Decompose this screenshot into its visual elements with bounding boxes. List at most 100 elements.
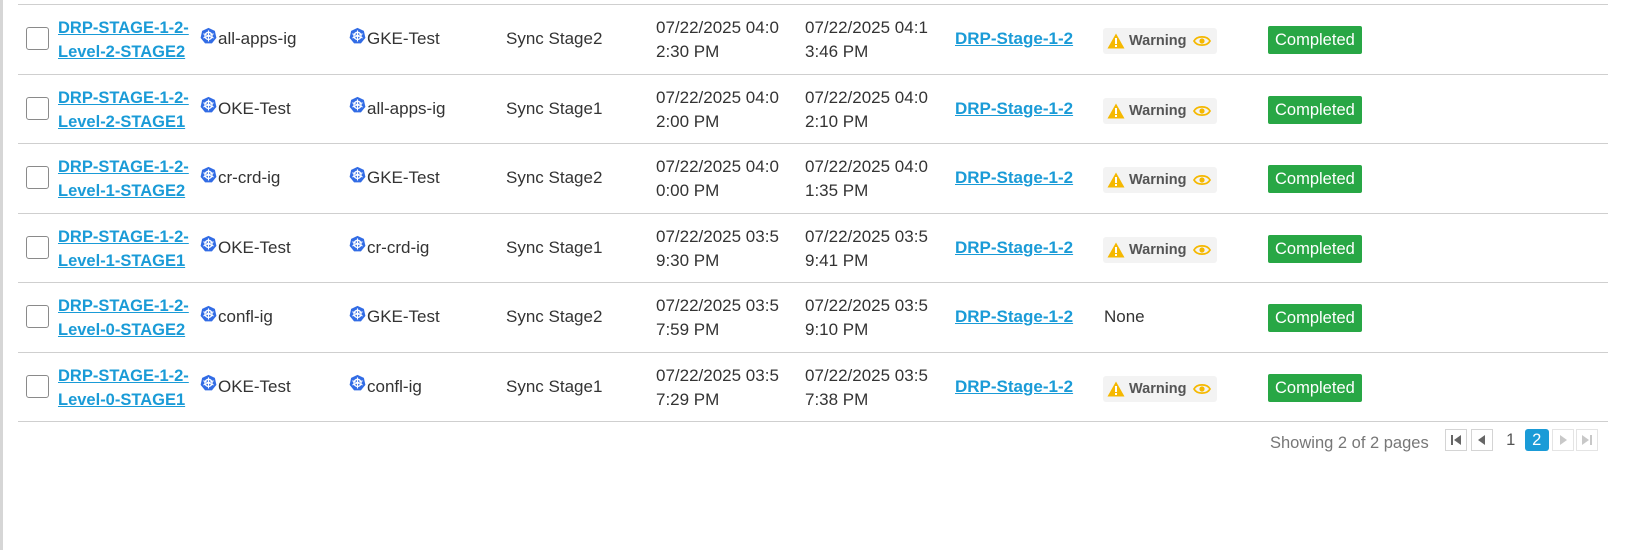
row-checkbox[interactable] bbox=[26, 235, 49, 259]
warning-alert[interactable]: Warning bbox=[1103, 28, 1218, 54]
source-ig-label: OKE-Test bbox=[218, 237, 291, 257]
source-ig-label: cr-crd-ig bbox=[218, 168, 281, 188]
pagination: Showing 2 of 2 pages 1 2 bbox=[1270, 428, 1598, 452]
end-time: 07/22/2025 04:02:10 PM bbox=[805, 87, 928, 131]
start-time: 07/22/2025 04:02:00 PM bbox=[656, 87, 779, 131]
source-ig: cr-crd-ig bbox=[200, 144, 280, 213]
stage-label: Sync Stage1 bbox=[506, 376, 603, 396]
table-row[interactable]: DRP-STAGE-1-2-Level-2-STAGE2 all-apps-ig G… bbox=[18, 5, 1608, 75]
job-name-link[interactable]: DRP-STAGE-1-2-Level-0-STAGE1 bbox=[58, 364, 198, 412]
warning-triangle-icon bbox=[1107, 242, 1125, 257]
source-ig: OKE-Test bbox=[200, 75, 291, 144]
target-ig-label: cr-crd-ig bbox=[367, 237, 430, 257]
job-name-link[interactable]: DRP-STAGE-1-2-Level-1-STAGE1 bbox=[58, 225, 198, 273]
page-1-button[interactable]: 1 bbox=[1499, 429, 1523, 451]
stage-label: Sync Stage2 bbox=[506, 168, 603, 188]
warning-alert[interactable]: Warning bbox=[1103, 375, 1218, 402]
first-page-button[interactable] bbox=[1444, 429, 1467, 451]
job-name-link[interactable]: DRP-STAGE-1-2-Level-2-STAGE1 bbox=[58, 86, 198, 134]
source-ig-label: all-apps-ig bbox=[218, 29, 297, 49]
target-ig: GKE-Test bbox=[349, 5, 440, 74]
eye-icon[interactable] bbox=[1193, 104, 1212, 118]
plan-link[interactable]: DRP-Stage-1-2 bbox=[955, 353, 1073, 422]
start-time: 07/22/2025 04:02:30 PM bbox=[656, 18, 779, 61]
kubernetes-icon bbox=[200, 27, 217, 44]
job-name-link[interactable]: DRP-STAGE-1-2-Level-1-STAGE2 bbox=[58, 155, 198, 203]
row-checkbox[interactable] bbox=[26, 96, 49, 120]
status-badge: Completed bbox=[1268, 95, 1362, 124]
end-time: 07/22/2025 03:59:41 PM bbox=[805, 226, 928, 270]
source-ig-label: OKE-Test bbox=[218, 98, 291, 118]
target-ig: confl-ig bbox=[349, 353, 422, 422]
alert-label: Warning bbox=[1129, 33, 1187, 49]
target-ig-label: GKE-Test bbox=[367, 168, 440, 188]
status-badge: Completed bbox=[1268, 304, 1362, 332]
kubernetes-icon bbox=[200, 96, 217, 113]
kubernetes-icon bbox=[349, 166, 366, 183]
end-time: 07/22/2025 04:01:35 PM bbox=[805, 157, 928, 200]
warning-alert[interactable]: Warning bbox=[1103, 97, 1218, 124]
eye-icon[interactable] bbox=[1193, 34, 1212, 48]
kubernetes-icon bbox=[349, 305, 366, 322]
target-ig: cr-crd-ig bbox=[349, 214, 429, 283]
stage-label: Sync Stage1 bbox=[506, 98, 603, 118]
eye-icon[interactable] bbox=[1193, 243, 1212, 257]
source-ig: OKE-Test bbox=[200, 353, 291, 422]
source-ig: confl-ig bbox=[200, 283, 273, 352]
jobs-table: DRP-STAGE-1-2-Level-2-STAGE2 all-apps-ig G… bbox=[18, 4, 1608, 422]
plan-link[interactable]: DRP-Stage-1-2 bbox=[955, 214, 1073, 283]
warning-triangle-icon bbox=[1107, 103, 1125, 118]
row-checkbox[interactable] bbox=[26, 27, 49, 50]
last-page-icon bbox=[1581, 435, 1592, 445]
kubernetes-icon bbox=[349, 374, 366, 391]
table-row[interactable]: DRP-STAGE-1-2-Level-1-STAGE2 cr-crd-ig GKE… bbox=[18, 144, 1608, 214]
status-badge: Completed bbox=[1268, 165, 1362, 193]
prev-page-icon bbox=[1477, 435, 1485, 445]
row-checkbox[interactable] bbox=[26, 166, 49, 189]
kubernetes-icon bbox=[349, 96, 366, 113]
eye-icon[interactable] bbox=[1193, 382, 1212, 396]
eye-icon[interactable] bbox=[1193, 173, 1212, 187]
first-page-icon bbox=[1450, 435, 1461, 445]
job-name-link[interactable]: DRP-STAGE-1-2-Level-2-STAGE2 bbox=[58, 16, 198, 64]
alert-label: Warning bbox=[1129, 102, 1187, 119]
target-ig-label: all-apps-ig bbox=[367, 98, 446, 118]
warning-triangle-icon bbox=[1107, 33, 1125, 49]
alert-none: None bbox=[1104, 307, 1145, 327]
last-page-button[interactable] bbox=[1575, 429, 1598, 451]
plan-link[interactable]: DRP-Stage-1-2 bbox=[955, 144, 1073, 213]
warning-triangle-icon bbox=[1107, 381, 1125, 396]
job-name-link[interactable]: DRP-STAGE-1-2-Level-0-STAGE2 bbox=[58, 294, 198, 342]
source-ig: all-apps-ig bbox=[200, 5, 296, 74]
target-ig: GKE-Test bbox=[349, 283, 440, 352]
table-row[interactable]: DRP-STAGE-1-2-Level-0-STAGE2 confl-ig GKE-… bbox=[18, 283, 1608, 353]
plan-link[interactable]: DRP-Stage-1-2 bbox=[955, 75, 1073, 144]
source-ig: OKE-Test bbox=[200, 214, 291, 283]
alert-label: Warning bbox=[1129, 241, 1187, 258]
start-time: 07/22/2025 03:57:29 PM bbox=[656, 365, 779, 409]
next-page-button[interactable] bbox=[1551, 429, 1574, 451]
alert-label: Warning bbox=[1129, 172, 1187, 188]
prev-page-button[interactable] bbox=[1470, 429, 1493, 451]
row-checkbox[interactable] bbox=[26, 305, 49, 328]
table-row[interactable]: DRP-STAGE-1-2-Level-0-STAGE1 OKE-Test conf… bbox=[18, 353, 1608, 422]
kubernetes-icon bbox=[200, 166, 217, 183]
end-time: 07/22/2025 03:57:38 PM bbox=[805, 365, 928, 409]
table-row[interactable]: DRP-STAGE-1-2-Level-2-STAGE1 OKE-Test all-… bbox=[18, 75, 1608, 144]
start-time: 07/22/2025 04:00:00 PM bbox=[656, 157, 779, 200]
kubernetes-icon bbox=[200, 235, 217, 252]
warning-alert[interactable]: Warning bbox=[1103, 167, 1218, 193]
warning-alert[interactable]: Warning bbox=[1103, 236, 1218, 263]
start-time: 07/22/2025 03:59:30 PM bbox=[656, 226, 779, 270]
kubernetes-icon bbox=[200, 374, 217, 391]
page-2-button[interactable]: 2 bbox=[1524, 429, 1549, 451]
row-checkbox[interactable] bbox=[26, 374, 49, 398]
source-ig-label: confl-ig bbox=[218, 307, 273, 327]
pagination-summary: Showing 2 of 2 pages bbox=[1270, 433, 1429, 452]
plan-link[interactable]: DRP-Stage-1-2 bbox=[955, 5, 1073, 74]
next-page-icon bbox=[1559, 435, 1567, 445]
plan-link[interactable]: DRP-Stage-1-2 bbox=[955, 283, 1073, 352]
table-row[interactable]: DRP-STAGE-1-2-Level-1-STAGE1 OKE-Test cr-c… bbox=[18, 214, 1608, 283]
warning-triangle-icon bbox=[1107, 172, 1125, 188]
target-ig-label: GKE-Test bbox=[367, 29, 440, 49]
